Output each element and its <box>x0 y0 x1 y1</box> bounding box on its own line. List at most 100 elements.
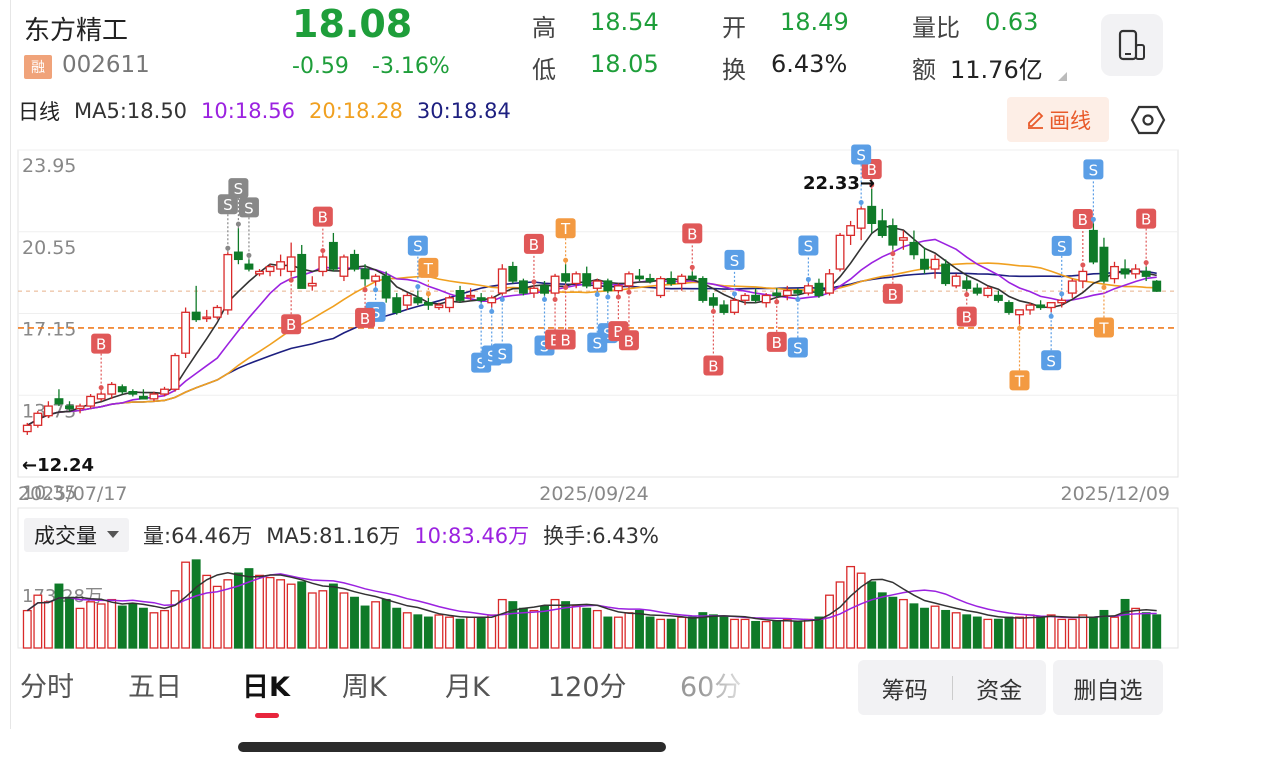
candle <box>508 261 518 284</box>
signal-marker: B <box>682 223 703 272</box>
settings-icon[interactable] <box>1130 104 1166 136</box>
chips-button[interactable]: 筹码 <box>858 671 952 705</box>
tab-weekly-k[interactable]: 周K <box>342 665 387 704</box>
signal-marker: B <box>956 290 977 327</box>
volume-bar <box>920 607 929 649</box>
volume-chart[interactable]: 173.28万 <box>0 500 1180 650</box>
ma10-value: 10:18.56 <box>201 99 295 123</box>
period-tabs: 分时 五日 日K 周K 月K 120分 60分 <box>0 665 760 718</box>
volume-bar <box>803 618 813 649</box>
volume-bar <box>117 605 127 649</box>
tab-monthly-k[interactable]: 月K <box>445 665 490 704</box>
volume-bar <box>381 598 391 649</box>
candle-body <box>898 237 908 241</box>
signal-dot <box>320 248 326 254</box>
signal-letter: B <box>560 331 570 349</box>
candle-body <box>170 354 180 390</box>
volume-bar <box>635 609 644 649</box>
candle-body <box>645 277 655 282</box>
tabs-fade-overlay <box>700 665 760 715</box>
signal-dot <box>1048 313 1054 319</box>
volume-bar <box>666 618 676 649</box>
ma20-value: 20:18.28 <box>308 99 403 123</box>
candle-body <box>107 383 117 395</box>
ma10-line <box>26 238 1157 426</box>
candle <box>761 293 771 308</box>
candle-body <box>761 294 771 304</box>
candle <box>835 232 845 272</box>
candle-body <box>360 268 370 280</box>
candle-body <box>1088 229 1098 263</box>
candle <box>170 353 180 392</box>
signal-letter: S <box>1057 238 1067 256</box>
candle <box>455 285 465 303</box>
candle-body <box>402 294 412 306</box>
volume-bar <box>318 590 328 649</box>
volume-bar <box>1120 598 1130 649</box>
candle-body <box>941 263 951 285</box>
candle-body <box>86 395 96 407</box>
volume-bar <box>888 596 898 649</box>
remove-watchlist-button[interactable]: 删自选 <box>1053 660 1163 715</box>
signal-letter: T <box>1098 319 1109 337</box>
open-value: 18.49 <box>780 8 849 36</box>
funds-button[interactable]: 资金 <box>953 671 1047 705</box>
signal-marker: S <box>492 295 513 364</box>
volume-bar <box>814 616 824 649</box>
tab-intraday[interactable]: 分时 <box>20 665 74 704</box>
volume-bar <box>740 618 750 649</box>
candle <box>276 254 286 277</box>
candle <box>561 264 571 284</box>
volume-bar <box>107 598 117 649</box>
candle <box>529 285 539 298</box>
candle <box>497 264 507 296</box>
landscape-toggle-button[interactable] <box>1101 14 1163 76</box>
volume-bar <box>550 598 560 649</box>
candle-body <box>993 294 1003 301</box>
candle-body <box>951 275 961 287</box>
candle <box>22 422 32 435</box>
volume-bar <box>751 620 761 649</box>
tab-daily-k[interactable]: 日K <box>242 665 290 704</box>
stock-name[interactable]: 东方精工 <box>24 10 128 47</box>
signal-dot <box>425 291 431 297</box>
tab-120-min[interactable]: 120分 <box>548 665 627 704</box>
volume-bar <box>877 592 887 649</box>
signal-letter: B <box>888 286 898 304</box>
signal-dot <box>552 296 558 302</box>
candle-body <box>983 287 993 297</box>
candle <box>582 266 592 289</box>
candle-body <box>803 285 813 294</box>
candle <box>297 244 307 289</box>
candle-body <box>297 253 307 289</box>
candle <box>75 403 85 414</box>
volume-bar <box>687 616 697 649</box>
candle <box>233 228 243 265</box>
candle-body <box>117 386 127 393</box>
draw-line-button[interactable]: 画线 <box>1007 97 1109 142</box>
volume-bar <box>22 609 32 649</box>
candle <box>550 273 560 296</box>
candle <box>265 264 275 277</box>
candlestick-chart[interactable]: 23.9520.5517.1513.7510.35BSSSBBSSTBBSSSS… <box>0 140 1180 505</box>
signal-dot <box>689 264 695 270</box>
period-label[interactable]: 日线 <box>18 96 60 126</box>
signal-dot <box>1059 291 1065 297</box>
candle <box>445 295 454 313</box>
signal-letter: S <box>856 147 866 165</box>
volume-bar <box>656 618 666 649</box>
candle-body <box>603 280 613 292</box>
signal-letter: B <box>1141 211 1151 229</box>
signal-letter: B <box>624 332 634 350</box>
volume-bar <box>149 612 159 649</box>
candle-body <box>698 277 708 301</box>
signal-dot <box>795 296 801 302</box>
volume-bar <box>508 601 518 649</box>
tab-five-day[interactable]: 五日 <box>128 665 182 704</box>
candle <box>487 295 497 308</box>
signal-dot <box>362 287 368 293</box>
amount-value: 11.76亿 <box>950 56 1043 84</box>
signal-letter: S <box>413 238 423 256</box>
candle-body <box>613 285 623 292</box>
volume-bar <box>645 616 655 649</box>
